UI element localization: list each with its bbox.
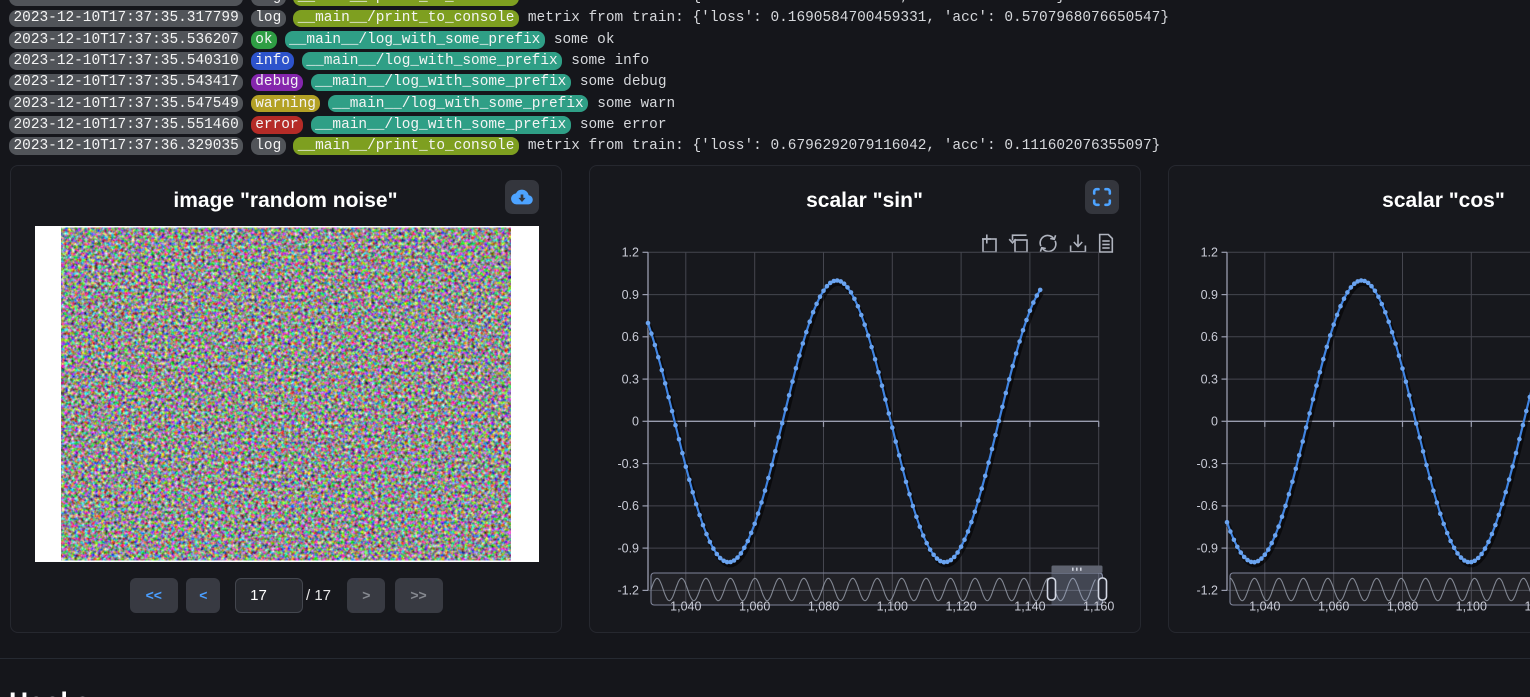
svg-text:0: 0 <box>632 414 639 428</box>
svg-text:-0.9: -0.9 <box>617 541 639 555</box>
svg-text:1,100: 1,100 <box>876 599 907 613</box>
svg-text:1,080: 1,080 <box>807 599 838 613</box>
svg-text:-0.3: -0.3 <box>617 456 639 470</box>
svg-text:1,080: 1,080 <box>1386 599 1417 613</box>
svg-text:0.9: 0.9 <box>1200 287 1217 301</box>
svg-text:1,060: 1,060 <box>1318 599 1349 613</box>
svg-text:-0.9: -0.9 <box>1196 541 1218 555</box>
svg-text:-0.3: -0.3 <box>1196 456 1218 470</box>
svg-text:0: 0 <box>1211 414 1218 428</box>
svg-text:1,040: 1,040 <box>1249 599 1280 613</box>
svg-text:0.6: 0.6 <box>621 330 638 344</box>
svg-text:-0.6: -0.6 <box>1196 499 1218 513</box>
svg-text:1,160: 1,160 <box>1083 599 1114 613</box>
svg-text:1,120: 1,120 <box>945 599 976 613</box>
svg-text:1,140: 1,140 <box>1014 599 1045 613</box>
svg-text:0.6: 0.6 <box>1200 330 1217 344</box>
svg-text:0.9: 0.9 <box>621 287 638 301</box>
svg-text:1,100: 1,100 <box>1455 599 1486 613</box>
svg-text:1,060: 1,060 <box>739 599 770 613</box>
svg-text:1.2: 1.2 <box>1200 245 1217 259</box>
svg-text:0.3: 0.3 <box>621 372 638 386</box>
svg-text:-1.2: -1.2 <box>1196 583 1218 597</box>
svg-text:0.3: 0.3 <box>1200 372 1217 386</box>
svg-text:-0.6: -0.6 <box>617 499 639 513</box>
svg-text:1.2: 1.2 <box>621 245 638 259</box>
svg-text:1,120: 1,120 <box>1524 599 1530 613</box>
svg-text:1,040: 1,040 <box>670 599 701 613</box>
svg-text:-1.2: -1.2 <box>617 583 639 597</box>
